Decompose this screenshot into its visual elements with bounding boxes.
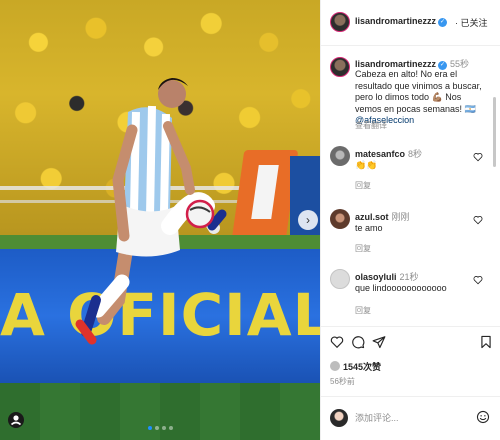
author-username-line: lisandromartinezzz ✓ xyxy=(355,16,448,27)
comment-text: te amo xyxy=(355,223,383,233)
like-count-text: 1545次赞 xyxy=(343,362,382,372)
comment-text: 👏👏 xyxy=(355,160,378,170)
send-icon[interactable] xyxy=(372,335,386,349)
comment-author-line: azul.sot 刚刚 xyxy=(355,210,410,223)
like-count[interactable]: 1545次赞 xyxy=(330,360,381,373)
post-media[interactable]: A OFICIAL › xyxy=(0,0,320,440)
comment-time: 8秒 xyxy=(408,149,423,159)
current-user-avatar xyxy=(330,409,348,427)
comment-username[interactable]: matesanfco xyxy=(355,149,405,159)
post-actions xyxy=(321,326,500,350)
heart-icon[interactable] xyxy=(330,335,344,349)
commenter-avatar[interactable] xyxy=(330,209,350,229)
reply-button[interactable]: 回复 xyxy=(355,243,371,254)
comment-username[interactable]: azul.sot xyxy=(355,212,389,222)
comment-text: que lindoooooooooooo xyxy=(355,283,447,293)
caption-body: Cabeza en alto! No era el resultado que … xyxy=(355,69,482,114)
post-sidebar: lisandromartinezzz ✓ · 已关注 lisandromartin… xyxy=(320,0,500,440)
comment-author-line: matesanfco 8秒 xyxy=(355,147,422,160)
caption-time: 55秒 xyxy=(450,59,470,69)
scrollbar[interactable] xyxy=(493,97,496,167)
comment-time: 21秒 xyxy=(399,272,419,282)
comment-author-line: olasoyluli 21秒 xyxy=(355,270,419,283)
carousel-indicator xyxy=(0,426,320,430)
chevron-right-icon: › xyxy=(306,213,310,227)
carousel-dot xyxy=(154,426,159,430)
add-comment-bar xyxy=(321,396,500,440)
carousel-dot xyxy=(161,426,166,430)
commenter-avatar[interactable] xyxy=(330,269,350,289)
carousel-dot xyxy=(168,426,173,430)
comment-username[interactable]: olasoyluli xyxy=(355,272,397,282)
comment-time: 刚刚 xyxy=(391,212,410,222)
caption-username[interactable]: lisandromartinezzz xyxy=(355,59,436,69)
author-username[interactable]: lisandromartinezzz xyxy=(355,16,436,26)
carousel-dot xyxy=(147,426,152,430)
see-translation-link[interactable]: 查看翻译 xyxy=(355,120,387,131)
comment-icon[interactable] xyxy=(351,335,365,349)
commenter-avatar[interactable] xyxy=(330,146,350,166)
bookmark-icon[interactable] xyxy=(479,335,493,349)
caption-text: Cabeza en alto! No era el resultado que … xyxy=(355,69,489,127)
caption-author-avatar[interactable] xyxy=(330,57,350,77)
author-avatar[interactable] xyxy=(330,12,350,32)
liker-avatar xyxy=(330,361,340,371)
heart-icon[interactable] xyxy=(473,275,483,285)
follow-status[interactable]: · 已关注 xyxy=(455,16,488,29)
follow-status-label: 已关注 xyxy=(460,18,488,28)
next-slide-button[interactable]: › xyxy=(298,210,318,230)
heart-icon[interactable] xyxy=(473,215,483,225)
post-header: lisandromartinezzz ✓ · 已关注 xyxy=(321,0,500,46)
comment-input[interactable] xyxy=(355,413,465,423)
verified-badge-icon: ✓ xyxy=(438,18,448,27)
reply-button[interactable]: 回复 xyxy=(355,305,371,316)
comments-scroll-area[interactable]: lisandromartinezzz ✓ 55秒 Cabeza en alto! N… xyxy=(321,47,500,325)
emoji-icon[interactable] xyxy=(476,410,490,424)
heart-icon[interactable] xyxy=(473,152,483,162)
post-timestamp: 56秒前 xyxy=(330,377,355,386)
reply-button[interactable]: 回复 xyxy=(355,180,371,191)
football-player xyxy=(75,78,227,345)
